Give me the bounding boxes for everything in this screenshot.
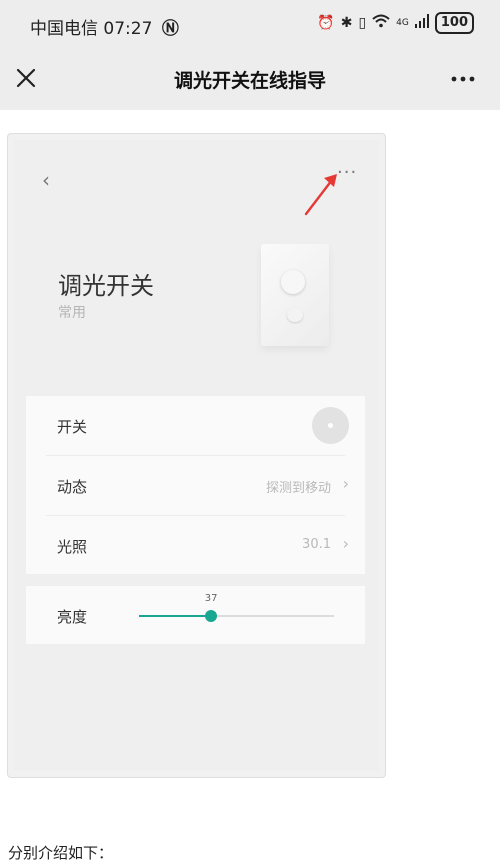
row-label: 开关 xyxy=(57,418,88,436)
brightness-card: 亮度 37 xyxy=(26,586,365,644)
brightness-slider: 37 xyxy=(139,593,334,622)
row-value: 探测到移动 xyxy=(265,481,331,496)
motion-sensor xyxy=(287,308,303,322)
wifi-icon xyxy=(372,14,390,32)
app-header: 调光开关在线指导 xyxy=(0,48,500,110)
network-type: 4G xyxy=(396,17,409,28)
slider-value: 37 xyxy=(204,593,218,604)
article-screenshot: ‹ ··· 调光开关 常用 开关 动态 探测到移动 › 光照 30.1 › 亮度… xyxy=(7,133,386,778)
status-carrier-time: 中国电信 07:27 Ⓝ xyxy=(30,14,179,39)
dimmer-switch-image xyxy=(261,244,329,346)
battery-indicator: 100 xyxy=(434,12,474,34)
status-bar: 中国电信 07:27 Ⓝ ⏰ ✱ ▯ 4G 100 xyxy=(0,0,500,48)
device-name: 调光开关 xyxy=(58,272,154,300)
back-chevron-icon: ‹ xyxy=(42,168,50,192)
vibrate-icon: ▯ xyxy=(358,15,367,31)
row-label: 光照 xyxy=(57,538,88,556)
status-icons: ⏰ ✱ ▯ 4G 100 xyxy=(317,12,474,34)
slider-fill xyxy=(139,615,212,617)
clock: 07:27 xyxy=(103,19,153,39)
row-motion: 动态 探测到移动 › xyxy=(26,456,365,515)
bluetooth-icon: ✱ xyxy=(340,15,353,31)
chevron-right-icon: › xyxy=(342,474,349,493)
power-toggle-icon xyxy=(312,407,349,444)
brightness-label: 亮度 xyxy=(57,608,88,626)
chevron-right-icon: › xyxy=(342,534,349,553)
row-switch: 开关 xyxy=(26,396,365,455)
device-room: 常用 xyxy=(58,305,86,321)
more-options-button[interactable] xyxy=(450,66,476,92)
slider-thumb xyxy=(205,610,218,622)
signal-icon xyxy=(414,14,429,32)
row-label: 动态 xyxy=(57,478,88,496)
alarm-icon: ⏰ xyxy=(317,15,335,31)
red-arrow-annotation xyxy=(304,174,337,216)
page-title: 调光开关在线指导 xyxy=(173,70,326,92)
more-icon xyxy=(451,76,475,82)
row-illuminance: 光照 30.1 › xyxy=(26,516,365,575)
control-card: 开关 动态 探测到移动 › 光照 30.1 › xyxy=(26,396,365,574)
carrier-name: 中国电信 xyxy=(30,19,98,39)
switch-knob xyxy=(281,270,305,294)
nfc-icon: Ⓝ xyxy=(161,19,179,39)
device-page-screenshot: ‹ ··· 调光开关 常用 开关 动态 探测到移动 › 光照 30.1 › 亮度… xyxy=(14,140,379,771)
row-value: 30.1 xyxy=(302,537,331,552)
article-caption: 分别介绍如下： xyxy=(8,844,114,862)
